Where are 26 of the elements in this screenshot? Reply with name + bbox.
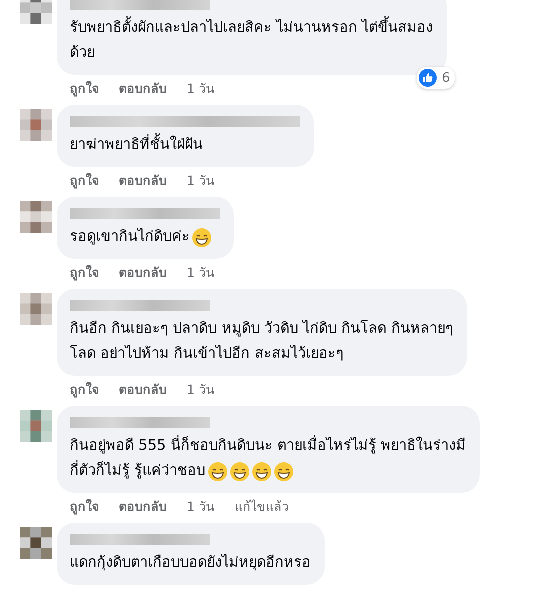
action-link[interactable]: ตอบกลับ bbox=[119, 171, 167, 191]
action-link[interactable]: ถูกใจ bbox=[70, 79, 99, 99]
timestamp: 1 วัน bbox=[187, 80, 215, 98]
timestamp: 1 วัน bbox=[187, 172, 215, 190]
timestamp: 1 วัน bbox=[187, 498, 215, 516]
comment-text: กี่ตัวก็ไม่รู้ รู้แค่ว่าชอบ bbox=[70, 459, 206, 484]
action-link[interactable]: ตอบกลับ bbox=[119, 497, 167, 517]
action-link[interactable]: ตอบกลับ bbox=[119, 79, 167, 99]
action-link[interactable]: ตอบกลับ bbox=[119, 263, 167, 283]
comment-text: แดกกุ้งดิบตาเกือบบอดยังไม่หยุดอีกหรอ bbox=[70, 553, 311, 573]
comment-text: กินอีก กินเยอะๆ ปลาดิบ หมูดิบ วัวดิบ ไก่ดิบ กินโลด กินหลายๆ bbox=[70, 319, 454, 339]
reaction-count[interactable]: 6 bbox=[416, 67, 456, 89]
edited-label: แก้ไขแล้ว bbox=[234, 498, 289, 516]
comment-text: ยาฆ่าพยาธิที่ชั้นใฝ่ฝัน bbox=[70, 133, 203, 158]
action-link[interactable]: ถูกใจ bbox=[70, 171, 99, 191]
timestamp: 1 วัน bbox=[187, 264, 215, 282]
comment-text: ด้วย bbox=[70, 44, 95, 63]
action-link[interactable]: ถูกใจ bbox=[70, 380, 99, 400]
comment-text: รับพยาธิตั้งผักและปลาไปเลยสิคะ ไม่นานหรอก ไต่ขึ้นสมอง bbox=[70, 16, 434, 41]
action-link[interactable]: ถูกใจ bbox=[70, 497, 99, 517]
action-link[interactable]: ถูกใจ bbox=[70, 263, 99, 283]
action-link[interactable]: ตอบกลับ bbox=[119, 380, 167, 400]
comment-text: รอดูเขากินไก่ดิบค่ะ bbox=[70, 227, 190, 247]
timestamp: 1 วัน bbox=[187, 381, 215, 399]
comment-text: กินอยู่พอดี 555 นี่ก็ชอบกินดิบนะ ตายเมื่อไหร่ไม่รู้ พยาธิในร่างมี bbox=[70, 434, 466, 459]
comment-text: โลด อย่าไปห้าม กินเข้าไปอีก สะสมไว้เยอะๆ bbox=[70, 344, 344, 364]
